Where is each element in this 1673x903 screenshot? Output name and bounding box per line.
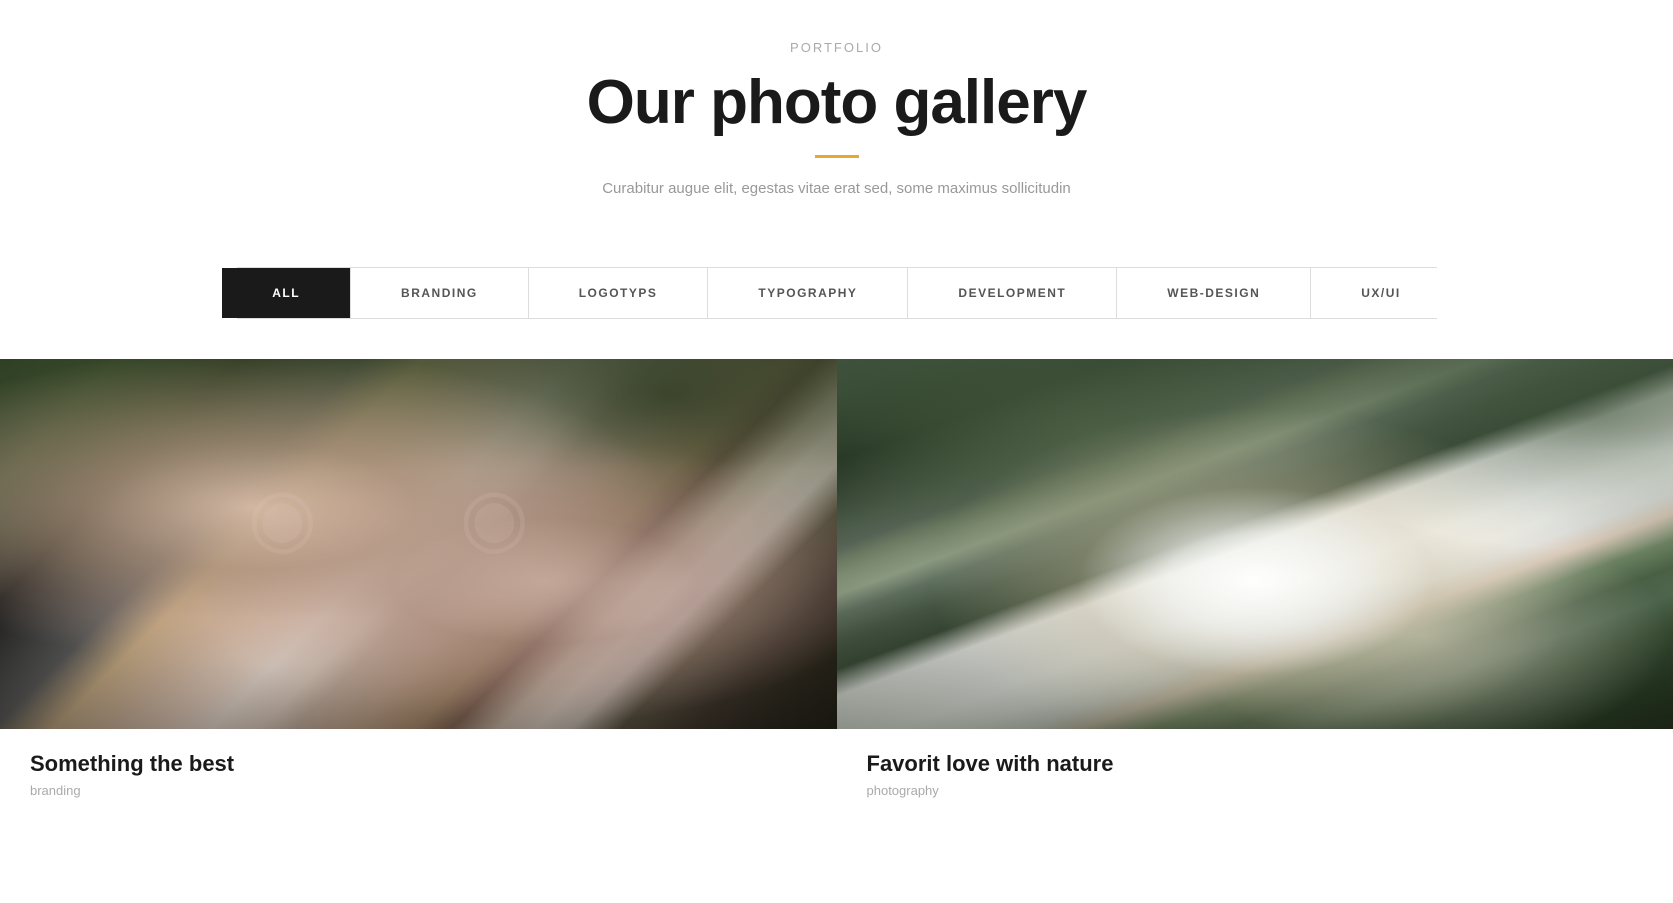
gallery-grid: Something the best branding Favorit love… xyxy=(0,359,1673,822)
gallery-image-women xyxy=(0,359,837,729)
caption-title-1: Something the best xyxy=(30,751,807,777)
filter-tab-all[interactable]: ALL xyxy=(222,268,351,318)
caption-category-1: branding xyxy=(30,783,807,798)
filter-tab-development[interactable]: DEVELOPMENT xyxy=(908,268,1117,318)
gallery-item-1[interactable]: Something the best branding xyxy=(0,359,837,822)
filter-tab-logotyps[interactable]: LOGOTYPS xyxy=(529,268,709,318)
gallery-image-container-2 xyxy=(837,359,1673,729)
portfolio-label: PORTFOLIO xyxy=(20,40,1653,55)
gallery-image-container-1 xyxy=(0,359,837,729)
gallery-image-dress xyxy=(837,359,1673,729)
caption-title-2: Favorit love with nature xyxy=(867,751,1644,777)
filter-tab-ux-ui[interactable]: UX/UI xyxy=(1311,268,1451,318)
page-container: PORTFOLIO Our photo gallery Curabitur au… xyxy=(0,0,1673,822)
gallery-caption-1: Something the best branding xyxy=(0,729,837,822)
gallery-title: Our photo gallery xyxy=(20,69,1653,137)
gallery-item-2[interactable]: Favorit love with nature photography xyxy=(837,359,1673,822)
gallery-caption-2: Favorit love with nature photography xyxy=(837,729,1673,822)
filter-tab-branding[interactable]: BRANDING xyxy=(351,268,529,318)
title-underline xyxy=(815,155,859,158)
filter-tab-web-design[interactable]: WEB-DESIGN xyxy=(1117,268,1311,318)
filter-tabs: ALL BRANDING LOGOTYPS TYPOGRAPHY DEVELOP… xyxy=(237,267,1437,319)
filter-tab-typography[interactable]: TYPOGRAPHY xyxy=(708,268,908,318)
caption-category-2: photography xyxy=(867,783,1644,798)
subtitle-text: Curabitur augue elit, egestas vitae erat… xyxy=(20,180,1653,197)
header-section: PORTFOLIO Our photo gallery Curabitur au… xyxy=(0,0,1673,237)
